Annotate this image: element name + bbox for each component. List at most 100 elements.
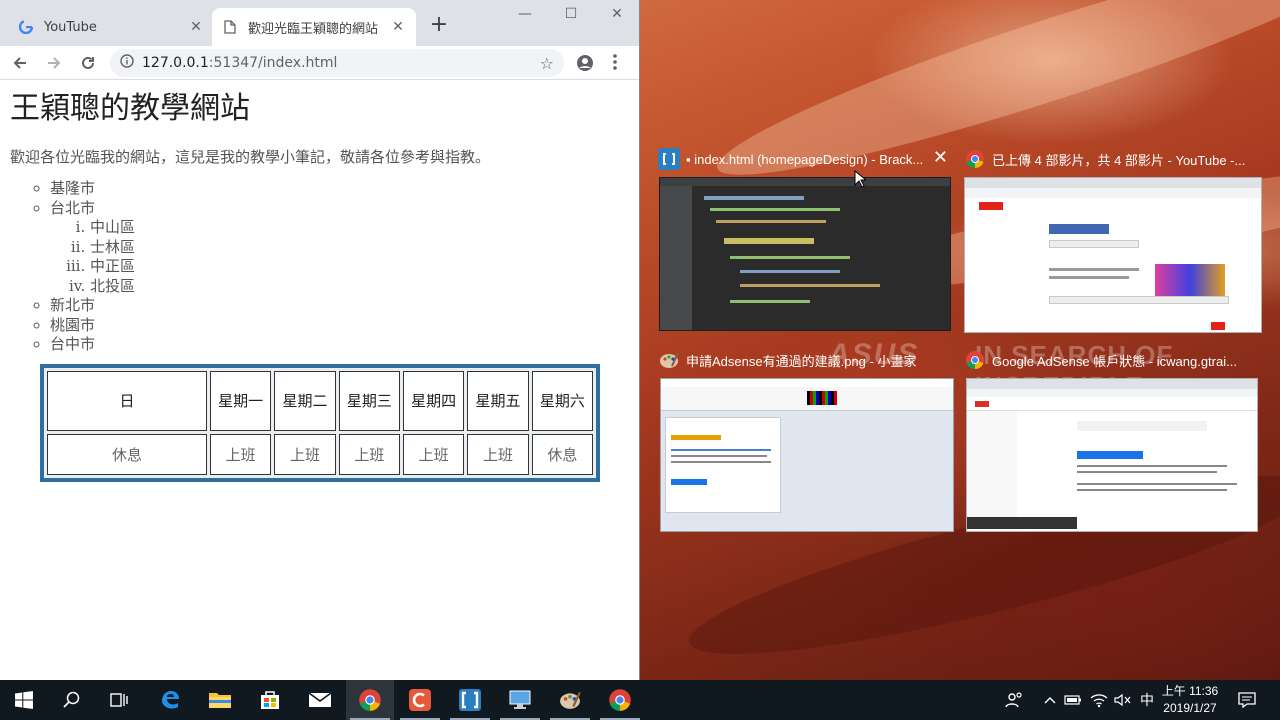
clock-time: 上午 11:36 (1161, 684, 1219, 698)
wifi-icon[interactable] (1088, 680, 1110, 720)
chevron-up-icon[interactable] (1040, 680, 1060, 720)
close-icon[interactable]: ✕ (933, 147, 948, 168)
table-header-row: 日 星期一 星期二 星期三 星期四 星期五 星期六 (47, 370, 593, 431)
minimize-icon[interactable]: — (515, 6, 535, 22)
mouse-cursor (854, 169, 868, 192)
window-thumbnail (966, 378, 1258, 532)
taskview-card-header: Google AdSense 帳戶狀態 - icwang.gtrai... (964, 346, 1260, 374)
list-item: 基隆市 (50, 179, 629, 199)
paint-taskbar-icon[interactable] (546, 680, 594, 720)
info-icon[interactable] (120, 54, 134, 72)
brackets-taskbar-icon[interactable] (446, 680, 494, 720)
clock-date: 2019/1/27 (1163, 701, 1217, 715)
list-item: 台北市 中山區 士林區 中正區 北投區 (50, 199, 629, 297)
maximize-icon[interactable]: ☐ (561, 6, 581, 22)
new-tab-button[interactable]: + (428, 14, 450, 36)
taskview-card-title: ▪ index.html (homepageDesign) - Brack... (686, 151, 924, 167)
window-thumbnail (660, 378, 954, 532)
system-clock[interactable]: 上午 11:36 2019/1/27 (1150, 683, 1230, 717)
table-cell: 上班 (210, 433, 272, 475)
remote-desktop-icon[interactable] (496, 680, 544, 720)
list-item: 桃園市 (50, 316, 629, 336)
taskview-card-adsense[interactable]: Google AdSense 帳戶狀態 - icwang.gtrai... (964, 346, 1260, 534)
search-icon[interactable] (48, 680, 96, 720)
back-arrow-icon[interactable] (8, 51, 32, 75)
window-thumbnail (659, 177, 951, 331)
table-cell: 上班 (274, 433, 336, 475)
taskview-card-header: ▪ index.html (homepageDesign) - Brack... (658, 145, 952, 173)
taskview-card-paint[interactable]: 申請Adsense有通過的建議.png - 小畫家 (658, 346, 954, 534)
district-list: 中山區 士林區 中正區 北投區 (10, 218, 629, 296)
paint-palette-icon (658, 349, 680, 371)
table-cell: 休息 (47, 433, 207, 475)
forward-arrow-icon[interactable] (42, 51, 66, 75)
intro-text: 歡迎各位光臨我的網站，這兒是我的教學小筆記，敬請各位參考與指教。 (10, 148, 491, 166)
notification-center-icon[interactable] (1234, 680, 1260, 720)
table-cell: 上班 (338, 433, 400, 475)
close-tab-icon[interactable]: ✕ (390, 19, 406, 35)
app-c-icon[interactable] (396, 680, 444, 720)
google-icon (18, 19, 34, 35)
menu-kebab-icon[interactable] (612, 53, 618, 75)
reload-icon[interactable] (76, 51, 100, 75)
table-header: 日 (47, 370, 207, 431)
people-icon[interactable] (1002, 680, 1026, 720)
list-item: 台中市 (50, 335, 629, 355)
city-list: 基隆市 台北市 中山區 士林區 中正區 北投區 新北市 桃園市 台中市 (10, 179, 629, 355)
taskview-card-title: Google AdSense 帳戶狀態 - icwang.gtrai... (992, 353, 1237, 369)
taskview-card-youtube[interactable]: 已上傳 4 部影片，共 4 部影片 - YouTube -... (964, 145, 1262, 333)
table-header: 星期三 (338, 370, 400, 431)
table-header: 星期六 (531, 370, 593, 431)
tab-label: YouTube (44, 19, 97, 35)
page-title: 王穎聰的教學網站 (10, 91, 250, 126)
table-cell: 上班 (467, 433, 529, 475)
taskview-card-header: 申請Adsense有通過的建議.png - 小畫家 (658, 346, 954, 374)
brackets-icon (658, 148, 680, 170)
microsoft-store-icon[interactable] (246, 680, 294, 720)
chrome-icon (964, 349, 986, 371)
table-row: 休息 上班 上班 上班 上班 上班 休息 (47, 433, 593, 475)
chrome-taskbar-icon-2[interactable] (596, 680, 644, 720)
list-item-label: 台北市 (50, 198, 96, 217)
profile-icon[interactable] (576, 54, 594, 76)
week-table: 日 星期一 星期二 星期三 星期四 星期五 星期六 休息 上班 上班 上班 上班… (40, 363, 600, 482)
bookmark-star-icon[interactable]: ☆ (540, 54, 554, 73)
tab-label: 歡迎光臨王穎聰的網站 (248, 21, 379, 37)
list-item: 中山區 (90, 218, 629, 238)
edge-browser-icon[interactable] (146, 680, 194, 720)
chrome-taskbar-icon[interactable] (346, 680, 394, 720)
taskview-card-brackets[interactable]: ▪ index.html (homepageDesign) - Brack...… (658, 145, 952, 333)
document-icon (222, 19, 238, 35)
file-explorer-icon[interactable] (196, 680, 244, 720)
address-bar[interactable]: 127.0.0.1:51347/index.html ☆ (110, 49, 564, 77)
url-host: 127.0.0.1 (142, 55, 209, 71)
window-thumbnail (964, 177, 1262, 333)
windows-start-icon[interactable] (0, 680, 48, 720)
list-item: 士林區 (90, 238, 629, 258)
list-item: 北投區 (90, 277, 629, 297)
table-cell: 休息 (531, 433, 593, 475)
taskview-card-title: 已上傳 4 部影片，共 4 部影片 - YouTube -... (992, 152, 1246, 168)
page-content: 王穎聰的教學網站 歡迎各位光臨我的網站，這兒是我的教學小筆記，敬請各位參考與指教… (0, 80, 639, 492)
mail-icon[interactable] (296, 680, 344, 720)
tab-strip: YouTube ✕ 歡迎光臨王穎聰的網站 ✕ + — ☐ ✕ (0, 0, 639, 46)
close-window-icon[interactable]: ✕ (607, 6, 627, 22)
tab-index[interactable]: 歡迎光臨王穎聰的網站 ✕ (212, 8, 416, 46)
url-path: :51347/index.html (208, 55, 338, 71)
volume-muted-icon[interactable] (1112, 680, 1134, 720)
list-item: 新北市 (50, 296, 629, 316)
battery-icon[interactable] (1062, 680, 1084, 720)
table-header: 星期一 (210, 370, 272, 431)
taskview-card-header: 已上傳 4 部影片，共 4 部影片 - YouTube -... (964, 145, 1262, 173)
browser-window: YouTube ✕ 歡迎光臨王穎聰的網站 ✕ + — ☐ ✕ 127.0.0.1… (0, 0, 640, 680)
taskview-card-title: 申請Adsense有通過的建議.png - 小畫家 (686, 353, 917, 369)
close-tab-icon[interactable]: ✕ (188, 19, 204, 35)
browser-toolbar: 127.0.0.1:51347/index.html ☆ (0, 46, 639, 80)
table-cell: 上班 (402, 433, 465, 475)
task-view-icon[interactable] (96, 680, 144, 720)
table-header: 星期五 (467, 370, 529, 431)
table-header: 星期四 (402, 370, 465, 431)
table-header: 星期二 (274, 370, 336, 431)
tab-youtube[interactable]: YouTube ✕ (8, 8, 214, 46)
chrome-icon (964, 148, 986, 170)
